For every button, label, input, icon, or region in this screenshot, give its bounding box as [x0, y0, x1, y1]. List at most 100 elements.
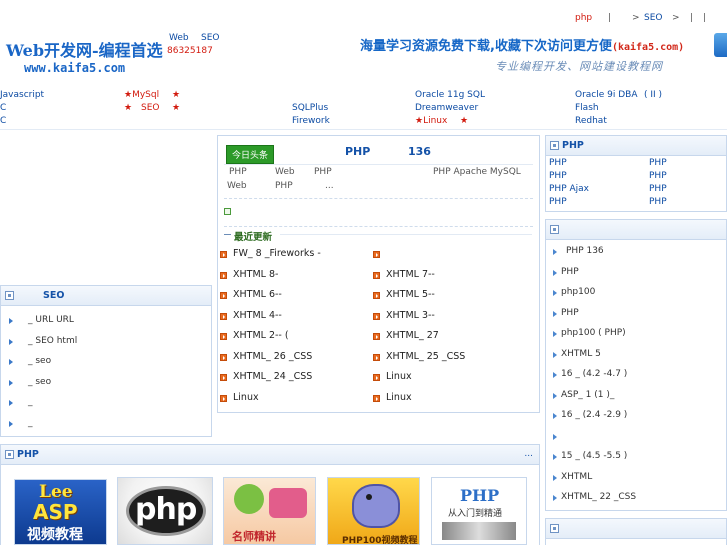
- thumb-decor-circle: [234, 484, 264, 514]
- thumb-video-tutorial-label: 视频教程: [27, 527, 83, 543]
- nav-c[interactable]: C: [0, 103, 6, 113]
- recent-item-14[interactable]: Linux: [386, 371, 412, 382]
- list-arrow-icon: [9, 421, 13, 427]
- php-cat-link-5[interactable]: PHP Ajax: [549, 184, 589, 194]
- recent-item-3[interactable]: XHTML 8-: [233, 269, 278, 280]
- seo-item-2[interactable]: _ SEO html: [28, 336, 77, 346]
- list-arrow-icon: [9, 400, 13, 406]
- list-bullet-icon: [373, 272, 380, 279]
- recent-item-8[interactable]: XHTML 3--: [386, 310, 435, 321]
- php-cat-link-2[interactable]: PHP: [649, 158, 667, 168]
- headline-sub-web[interactable]: Web: [275, 167, 295, 177]
- header-phone: 86325187: [167, 46, 213, 56]
- logo-url: www.kaifa5.com: [24, 61, 126, 75]
- recent-item-7[interactable]: XHTML 4--: [233, 310, 282, 321]
- nav-dreamweaver[interactable]: Dreamweaver: [415, 103, 478, 113]
- banner-slogan: 海量学习资源免费下载,收藏下次访问更方便: [360, 39, 612, 54]
- thumb-php-book[interactable]: PHP 从入门到精通: [431, 477, 527, 545]
- recent-item-16[interactable]: Linux: [386, 392, 412, 403]
- php-cat-link-6[interactable]: PHP: [649, 184, 667, 194]
- nav-firework[interactable]: Firework: [292, 116, 330, 126]
- thumb-famous-teacher[interactable]: 名师精讲: [223, 477, 316, 545]
- right-item-1[interactable]: PHP 136: [566, 246, 604, 256]
- site-logo[interactable]: Web开发网-编程首选 www.kaifa5.com: [6, 37, 163, 75]
- nav-javascript[interactable]: Javascript: [0, 90, 44, 100]
- thumb-php-logo[interactable]: php: [117, 477, 213, 545]
- top-breadcrumb-arrow: >: [632, 13, 640, 23]
- list-arrow-icon: [9, 359, 13, 365]
- seo-item-1[interactable]: _ URL URL: [28, 315, 74, 325]
- top-separator: |: [608, 13, 612, 23]
- php-cat-link-8[interactable]: PHP: [649, 197, 667, 207]
- seo-item-6[interactable]: _: [28, 418, 33, 428]
- php-cat-link-7[interactable]: PHP: [549, 197, 567, 207]
- php-cat-link-1[interactable]: PHP: [549, 158, 567, 168]
- top-php-link[interactable]: php: [575, 13, 592, 23]
- headline-sub-php-2[interactable]: PHP: [314, 167, 332, 177]
- headline-sub-php[interactable]: PHP: [229, 167, 247, 177]
- nav-oracle-ii[interactable]: ( II ): [644, 90, 662, 100]
- seo-item-5[interactable]: _: [28, 397, 33, 407]
- seo-item-4[interactable]: _ seo: [28, 377, 51, 387]
- recent-item-9[interactable]: XHTML 2-- (: [233, 330, 289, 341]
- recent-item-11[interactable]: XHTML_ 26 _CSS: [233, 351, 312, 362]
- nav-mysql[interactable]: ★MySql: [124, 90, 159, 100]
- php-cat-link-3[interactable]: PHP: [549, 171, 567, 181]
- list-bullet-icon: [220, 354, 227, 361]
- right-item-12[interactable]: XHTML: [561, 472, 592, 482]
- recent-item-12[interactable]: XHTML_ 25 _CSS: [386, 351, 465, 362]
- right-item-4[interactable]: PHP: [561, 308, 579, 318]
- thumb-php100-video[interactable]: PHP100视频教程: [327, 477, 420, 545]
- recent-item-5[interactable]: XHTML 6--: [233, 289, 282, 300]
- recent-updates-title: 最近更新: [234, 232, 273, 243]
- right-item-9[interactable]: 16 _ (2.4 -2.9 ): [561, 410, 627, 420]
- nav-linux[interactable]: ★Linux: [415, 116, 447, 126]
- right-item-8[interactable]: ASP_ 1 (1 )_: [561, 390, 614, 400]
- nav-divider: [0, 129, 727, 130]
- list-arrow-icon: [9, 339, 13, 345]
- headline-sub-web-2[interactable]: Web: [227, 181, 247, 191]
- mascot-eye-icon: [366, 494, 372, 500]
- right-item-11[interactable]: 15 _ (4.5 -5.5 ): [561, 451, 627, 461]
- green-square-icon: [224, 208, 231, 215]
- right-item-6[interactable]: XHTML 5: [561, 349, 601, 359]
- right-item-2[interactable]: PHP: [561, 267, 579, 277]
- panel-header-icon: [550, 225, 559, 234]
- header-banner[interactable]: 海量学习资源免费下载,收藏下次访问更方便(kaifa5.com) 专业编程开发、…: [360, 35, 684, 74]
- recent-item-10[interactable]: XHTML_ 27: [386, 330, 439, 341]
- recent-item-6[interactable]: XHTML 5--: [386, 289, 435, 300]
- php-category-title: PHP: [562, 140, 584, 151]
- list-bullet-icon: [373, 333, 380, 340]
- recent-item-4[interactable]: XHTML 7--: [386, 269, 435, 280]
- list-arrow-icon: [553, 270, 557, 276]
- nav-seo[interactable]: SEO: [141, 103, 159, 113]
- recent-item-15[interactable]: Linux: [233, 392, 259, 403]
- php-video-more-link[interactable]: ...: [524, 449, 533, 459]
- nav-flash[interactable]: Flash: [575, 103, 599, 113]
- nav-oracle-11g[interactable]: Oracle 11g SQL: [415, 90, 485, 100]
- headline-sub-php-3[interactable]: PHP: [275, 181, 293, 191]
- nav-c-2[interactable]: C: [0, 116, 6, 126]
- seo-item-3[interactable]: _ seo: [28, 356, 51, 366]
- thumb-book-decor: [442, 522, 516, 540]
- right-item-13[interactable]: XHTML_ 22 _CSS: [561, 492, 636, 502]
- nav-sqlplus[interactable]: SQLPlus: [292, 103, 328, 113]
- right-item-5[interactable]: php100 ( PHP): [561, 328, 626, 338]
- right-item-7[interactable]: 16 _ (4.2 -4.7 ): [561, 369, 627, 379]
- header-web-link[interactable]: Web: [169, 33, 189, 43]
- recent-item-1[interactable]: FW_ 8 _Fireworks -: [233, 248, 321, 259]
- headline-sub-apache[interactable]: PHP Apache MySQL: [433, 167, 521, 177]
- php-category-panel: PHP: [545, 135, 727, 212]
- thumb-lee-asp[interactable]: Lee ASP 视频教程: [14, 479, 107, 545]
- nav-oracle-9i[interactable]: Oracle 9i DBA: [575, 90, 638, 100]
- thumb-book-subtitle: 从入门到精通: [448, 509, 503, 519]
- recent-item-13[interactable]: XHTML_ 24 _CSS: [233, 371, 312, 382]
- php-cat-link-4[interactable]: PHP: [649, 171, 667, 181]
- top-breadcrumb-arrow-2: >: [672, 13, 680, 23]
- header-seo-link[interactable]: SEO: [201, 33, 219, 43]
- top-seo-link[interactable]: SEO: [644, 13, 662, 23]
- right-item-3[interactable]: php100: [561, 287, 595, 297]
- headline-title[interactable]: PHP: [345, 145, 370, 158]
- headline-sub-ellipsis: ...: [325, 181, 334, 191]
- nav-redhat[interactable]: Redhat: [575, 116, 607, 126]
